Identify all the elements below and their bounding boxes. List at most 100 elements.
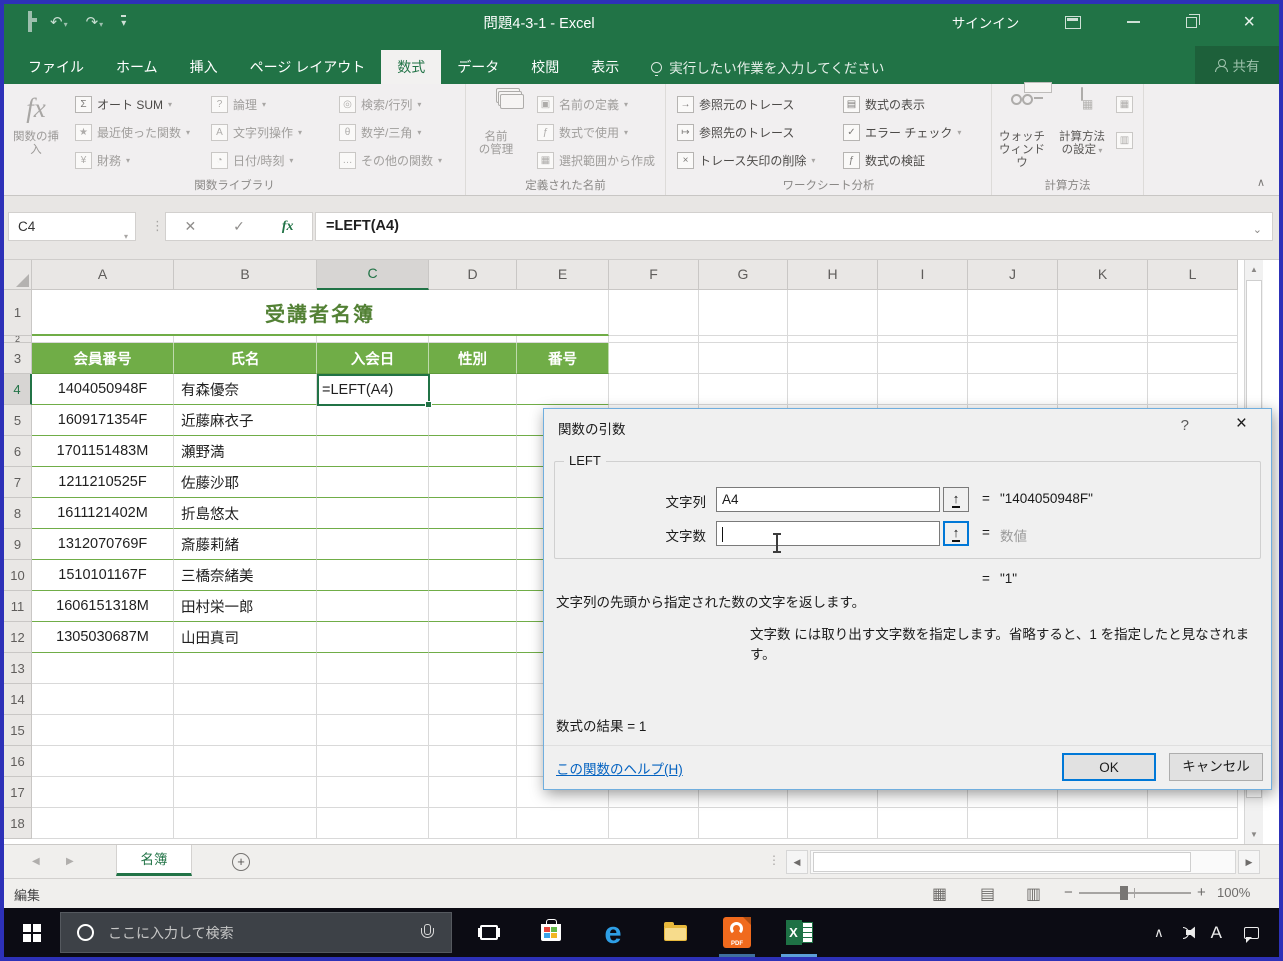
cell-C2[interactable] — [317, 336, 429, 343]
cell-D15[interactable] — [429, 715, 517, 746]
cell-B8[interactable]: 折島悠太 — [174, 498, 317, 529]
sheet-nav-prev-icon[interactable]: ◀ — [32, 845, 40, 879]
name-box-dropdown-icon[interactable]: ▾ — [124, 223, 128, 250]
ribbon-error-checking[interactable]: ✓エラー チェック▾ — [838, 119, 966, 145]
cell-G4[interactable] — [699, 374, 788, 405]
cell-D8[interactable] — [429, 498, 517, 529]
cell-J18[interactable] — [968, 808, 1058, 839]
tab-view[interactable]: 表示 — [575, 50, 635, 84]
cell-J1[interactable] — [968, 290, 1058, 336]
fill-handle[interactable] — [425, 401, 432, 408]
cell-L18[interactable] — [1148, 808, 1238, 839]
cell-D11[interactable] — [429, 591, 517, 622]
arg1-range-selector-icon[interactable]: ↑ — [943, 487, 969, 512]
ribbon-show-formulas[interactable]: ▤数式の表示 — [838, 91, 930, 117]
dialog-close-icon[interactable]: × — [1236, 413, 1247, 435]
cell-H1[interactable] — [788, 290, 878, 336]
cell-K4[interactable] — [1058, 374, 1148, 405]
cell-C8[interactable] — [317, 498, 429, 529]
normal-view-icon[interactable]: ▦ — [932, 884, 947, 904]
cell-B6[interactable]: 瀬野満 — [174, 436, 317, 467]
cell-C14[interactable] — [317, 684, 429, 715]
scroll-up-icon[interactable]: ▲ — [1245, 260, 1263, 279]
expand-formula-bar-icon[interactable]: ⌄ — [1253, 217, 1262, 244]
cell-E2[interactable] — [517, 336, 609, 343]
redo-icon[interactable]: ↷▾ — [86, 13, 104, 32]
cell-B9[interactable]: 斎藤莉緒 — [174, 529, 317, 560]
cell-B2[interactable] — [174, 336, 317, 343]
cell-D5[interactable] — [429, 405, 517, 436]
hscroll-left-icon[interactable]: ◀ — [786, 850, 808, 874]
cell-L1[interactable] — [1148, 290, 1238, 336]
ribbon-define-name[interactable]: ▣名前の定義▾ — [532, 91, 633, 117]
formula-input[interactable]: =LEFT(A4)⌄ — [315, 212, 1273, 241]
ribbon-remove-arrows[interactable]: ×トレース矢印の削除▾ — [672, 147, 820, 173]
cell-B11[interactable]: 田村栄一郎 — [174, 591, 317, 622]
new-sheet-icon[interactable]: + — [232, 853, 250, 871]
cell-G3[interactable] — [699, 343, 788, 374]
row-header-3[interactable]: 3 — [4, 343, 32, 374]
collapse-ribbon-icon[interactable]: ∧ — [1257, 176, 1265, 189]
cell-G18[interactable] — [699, 808, 788, 839]
cell-B12[interactable]: 山田真司 — [174, 622, 317, 653]
ribbon-financial[interactable]: ¥財務▾ — [70, 147, 135, 173]
cell-E18[interactable] — [517, 808, 609, 839]
cell-B10[interactable]: 三橋奈緒美 — [174, 560, 317, 591]
store-button[interactable] — [528, 908, 574, 957]
cell-D2[interactable] — [429, 336, 517, 343]
cell-D14[interactable] — [429, 684, 517, 715]
arg2-input[interactable] — [716, 521, 940, 546]
cell-I18[interactable] — [878, 808, 968, 839]
cell-J3[interactable] — [968, 343, 1058, 374]
sheet-nav-next-icon[interactable]: ▶ — [66, 845, 74, 879]
tab-review[interactable]: 校閲 — [515, 50, 575, 84]
ribbon-create-from-selection[interactable]: ▦選択範囲から作成 — [532, 147, 660, 173]
hscroll-right-icon[interactable]: ▶ — [1238, 850, 1260, 874]
cell-C18[interactable] — [317, 808, 429, 839]
active-cell-C4[interactable]: =LEFT(A4) — [317, 374, 430, 406]
cell-B7[interactable]: 佐藤沙耶 — [174, 467, 317, 498]
cell-C5[interactable] — [317, 405, 429, 436]
row-header-5[interactable]: 5 — [4, 405, 32, 436]
horizontal-scroll-thumb[interactable] — [813, 852, 1191, 872]
cell-B14[interactable] — [174, 684, 317, 715]
tell-me-box[interactable]: 実行したい作業を入力してください — [651, 50, 884, 84]
cell-D18[interactable] — [429, 808, 517, 839]
row-header-13[interactable]: 13 — [4, 653, 32, 684]
column-header-A[interactable]: A — [32, 260, 174, 290]
cell-F18[interactable] — [609, 808, 699, 839]
cell-I4[interactable] — [878, 374, 968, 405]
restore-icon[interactable] — [1186, 17, 1197, 28]
column-header-E[interactable]: E — [517, 260, 609, 290]
column-header-B[interactable]: B — [174, 260, 317, 290]
hidden-icons-chevron-icon[interactable]: ∧ — [1154, 925, 1164, 941]
row-header-17[interactable]: 17 — [4, 777, 32, 808]
cell-G2[interactable] — [699, 336, 788, 343]
cell-I1[interactable] — [878, 290, 968, 336]
column-header-J[interactable]: J — [968, 260, 1058, 290]
ime-language-indicator[interactable]: A — [1211, 923, 1222, 943]
row-header-11[interactable]: 11 — [4, 591, 32, 622]
row-header-6[interactable]: 6 — [4, 436, 32, 467]
cell-B5[interactable]: 近藤麻衣子 — [174, 405, 317, 436]
cell-B16[interactable] — [174, 746, 317, 777]
cell-K1[interactable] — [1058, 290, 1148, 336]
cell-A18[interactable] — [32, 808, 174, 839]
cell-L3[interactable] — [1148, 343, 1238, 374]
cell-F4[interactable] — [609, 374, 699, 405]
cell-C16[interactable] — [317, 746, 429, 777]
row-header-15[interactable]: 15 — [4, 715, 32, 746]
ribbon-evaluate-formula[interactable]: ƒ数式の検証 — [838, 147, 930, 173]
cell-A15[interactable] — [32, 715, 174, 746]
cell-B4[interactable]: 有森優奈 — [174, 374, 317, 405]
column-header-I[interactable]: I — [878, 260, 968, 290]
row-header-16[interactable]: 16 — [4, 746, 32, 777]
ok-button[interactable]: OK — [1062, 753, 1156, 781]
ribbon-recent-functions[interactable]: ★最近使った関数▾ — [70, 119, 195, 145]
cell-A7[interactable]: 1211210525F — [32, 467, 174, 498]
sheet-tab-meibo[interactable]: 名簿 — [116, 845, 192, 876]
cell-J4[interactable] — [968, 374, 1058, 405]
tab-page-layout[interactable]: ページ レイアウト — [234, 50, 382, 84]
cell-K18[interactable] — [1058, 808, 1148, 839]
pdf-app-button[interactable]: PDF — [714, 908, 760, 957]
